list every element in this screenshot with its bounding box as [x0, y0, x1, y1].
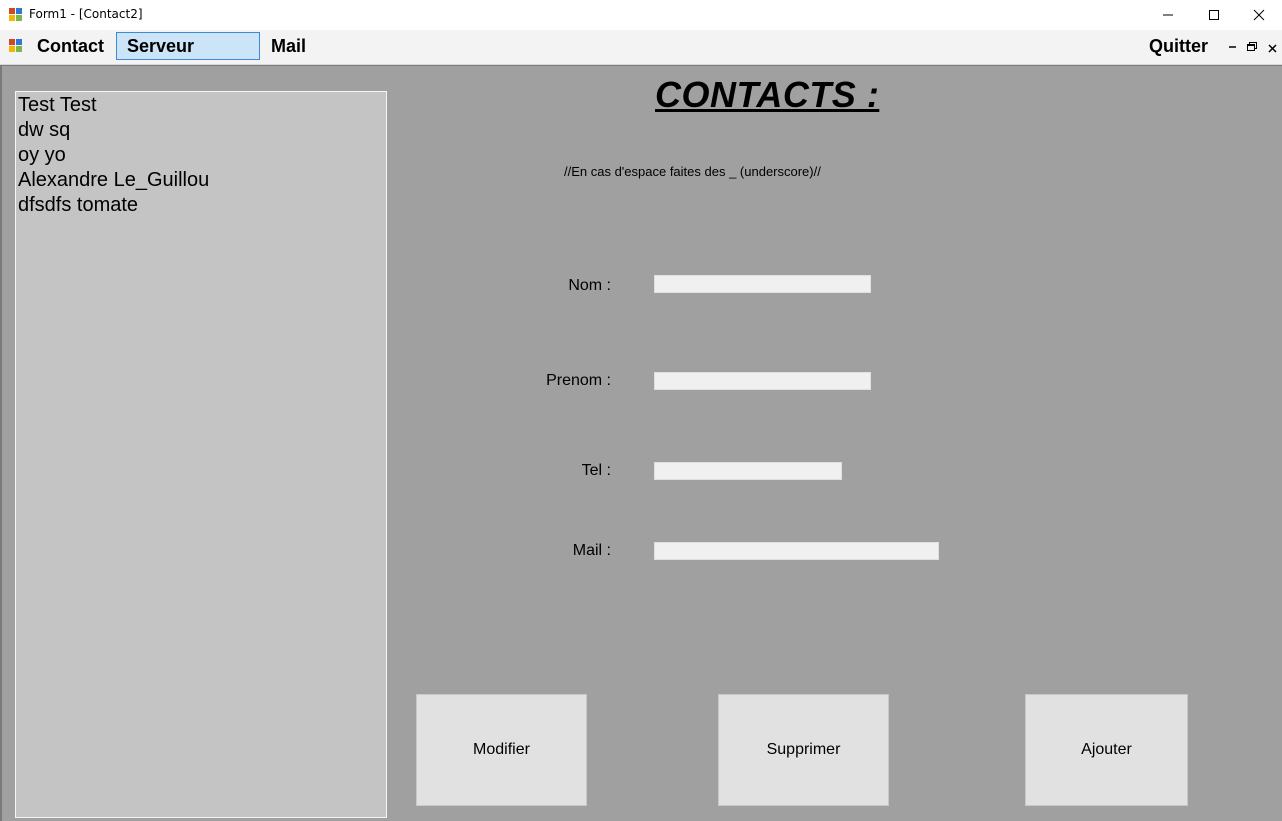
mail-field[interactable] — [654, 542, 939, 560]
maximize-icon — [1209, 10, 1219, 20]
list-item[interactable]: oy yo — [18, 143, 384, 168]
mdi-child-icon[interactable] — [9, 39, 22, 52]
window-title: Form1 - [Contact2] — [29, 7, 143, 21]
menu-quitter[interactable]: Quitter — [1139, 33, 1218, 59]
list-item[interactable]: Test Test — [18, 93, 384, 118]
tel-field[interactable] — [654, 462, 842, 480]
menu-bar: Contact Serveur SMTP Mail Quitter — [0, 30, 1282, 82]
title-bar: Form1 - [Contact2] — [0, 0, 1282, 30]
prenom-label: Prenom : — [546, 372, 611, 389]
mail-label: Mail : — [572, 542, 611, 559]
close-button[interactable] — [1236, 0, 1282, 30]
supprimer-button[interactable]: Supprimer — [718, 694, 889, 806]
mdi-minimize-icon[interactable] — [1229, 38, 1237, 53]
maximize-button[interactable] — [1191, 0, 1237, 30]
menu-mail[interactable]: Mail — [261, 33, 316, 59]
minimize-icon — [1163, 14, 1173, 16]
list-item[interactable]: dfsdfs tomate — [18, 193, 384, 218]
list-item[interactable]: Alexandre Le_Guillou — [18, 168, 384, 193]
tel-label: Tel : — [581, 462, 611, 479]
mdi-restore-icon[interactable] — [1247, 40, 1257, 55]
minimize-button[interactable] — [1145, 0, 1191, 30]
ajouter-button[interactable]: Ajouter — [1025, 694, 1188, 806]
close-icon — [1253, 9, 1265, 21]
nom-field[interactable] — [654, 275, 871, 293]
nom-label: Nom : — [568, 277, 611, 294]
list-item[interactable]: dw sq — [18, 118, 384, 143]
underscore-hint: //En cas d'espace faites des _ (undersco… — [564, 164, 821, 179]
modifier-button[interactable]: Modifier — [416, 694, 587, 806]
menu-serveur-smtp[interactable]: Serveur SMTP — [116, 32, 260, 82]
contacts-listbox[interactable]: Test Test dw sq oy yo Alexandre Le_Guill… — [15, 91, 387, 818]
menu-contact[interactable]: Contact — [27, 33, 114, 59]
mdi-close-icon[interactable] — [1268, 41, 1277, 56]
page-title: CONTACTS : — [655, 74, 880, 115]
prenom-field[interactable] — [654, 372, 871, 390]
form-app-icon — [9, 8, 22, 21]
